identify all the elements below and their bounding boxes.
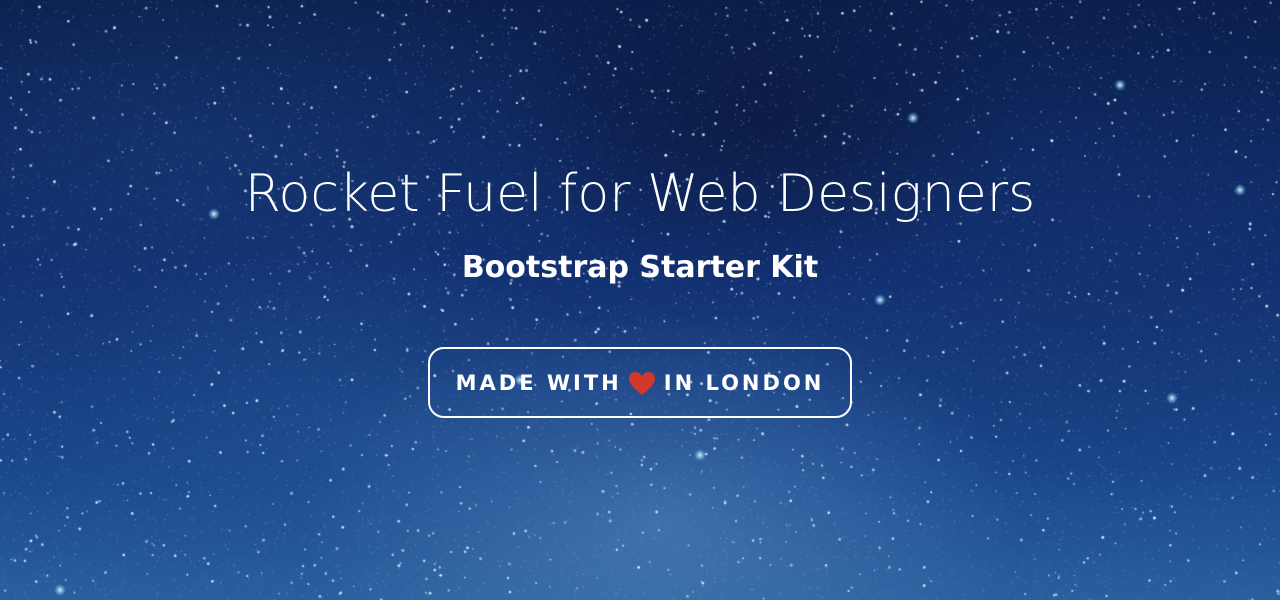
hero-title: Rocket Fuel for Web Designers — [244, 164, 1036, 224]
badge-text-after: IN LONDON — [663, 370, 825, 395]
hero-subtitle: Bootstrap Starter Kit — [461, 250, 819, 285]
hero-content: Rocket Fuel for Web Designers Bootstrap … — [0, 0, 1280, 600]
badge-text-before: MADE WITH — [455, 370, 622, 395]
hero-section: Rocket Fuel for Web Designers Bootstrap … — [0, 0, 1280, 600]
heart-icon — [628, 371, 656, 397]
made-with-love-badge[interactable]: MADE WITH IN LONDON — [428, 347, 852, 418]
